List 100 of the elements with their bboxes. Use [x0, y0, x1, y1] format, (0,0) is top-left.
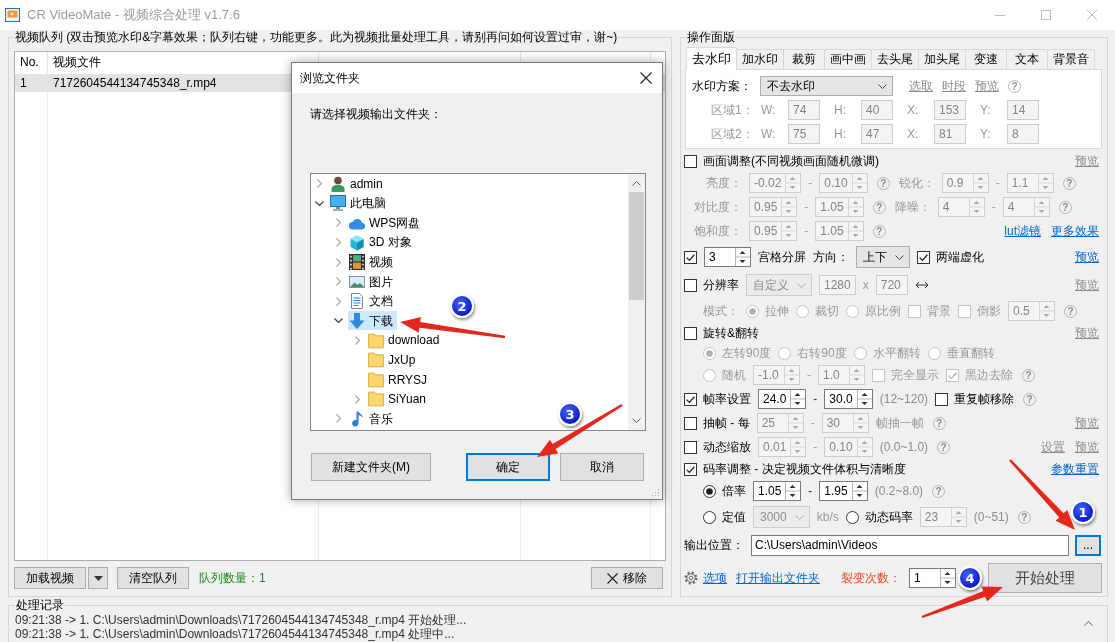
field-label: 对比度：	[693, 199, 742, 215]
remove-button[interactable]: 移除	[591, 567, 663, 589]
checkbox[interactable]	[684, 250, 697, 264]
field-label: 亮度：	[705, 175, 742, 191]
options-link[interactable]: 选项	[703, 570, 727, 586]
field-label: 饱和度：	[693, 223, 742, 239]
chevron-right-icon[interactable]	[335, 414, 341, 424]
chevron-right-icon[interactable]	[354, 336, 360, 346]
maximize-icon[interactable]	[1041, 10, 1051, 20]
link[interactable]: lut滤镜	[1004, 223, 1041, 239]
spin-box[interactable]: 24.0	[758, 389, 807, 409]
checkbox[interactable]	[935, 392, 949, 406]
checkbox-label: 分辨率	[703, 277, 739, 293]
link[interactable]: 预览	[1075, 249, 1099, 265]
tab[interactable]: 去水印	[686, 47, 737, 70]
tree-item[interactable]: download	[367, 331, 444, 351]
double-arrow-icon	[914, 281, 929, 289]
chevron-right-icon[interactable]	[354, 394, 360, 404]
scroll-up-icon[interactable]	[632, 181, 641, 186]
spin-box[interactable]: 1	[909, 568, 956, 588]
radio-button[interactable]	[703, 510, 716, 524]
checkbox-label: 动态缩放	[703, 439, 751, 455]
chevron-right-icon[interactable]	[335, 277, 341, 287]
tree-item[interactable]: 文档	[348, 291, 397, 311]
link[interactable]: 参数重置	[1051, 461, 1099, 477]
panel-title: 视频队列 (双击预览水印&字幕效果；队列右键，功能更多。此为视频批量处理工具，请别再问如何设置过审，谢~)	[14, 30, 619, 44]
scroll-down-icon[interactable]	[632, 418, 641, 423]
tree-item[interactable]: SiYuan	[367, 389, 431, 409]
checkbox[interactable]	[684, 154, 697, 168]
range-separator: -	[813, 391, 818, 407]
spin-arrows-icon[interactable]	[856, 390, 872, 408]
clear-queue-button[interactable]: 清空队列	[117, 567, 189, 589]
field-label: H:	[834, 102, 847, 118]
checkbox[interactable]	[684, 278, 697, 292]
range-separator: -	[804, 199, 809, 215]
spin-box[interactable]: 1.05	[753, 481, 802, 501]
checkbox[interactable]	[684, 462, 697, 476]
chevron-right-icon[interactable]	[316, 179, 322, 189]
chevron-down-icon	[895, 254, 904, 260]
checkbox[interactable]	[684, 416, 697, 430]
chevron-right-icon[interactable]	[335, 218, 341, 228]
spin-arrows-icon[interactable]	[785, 482, 801, 500]
tree-item[interactable]: 音乐	[348, 409, 397, 429]
range-separator: -	[807, 367, 811, 383]
settings-icon[interactable]	[684, 571, 698, 585]
chevron-down-icon[interactable]	[333, 318, 343, 324]
spin-arrows-icon[interactable]	[851, 482, 867, 500]
dropdown[interactable]: 上下	[856, 246, 910, 268]
dropdown-button[interactable]	[88, 567, 108, 589]
range-hint: (12~120)	[879, 391, 929, 407]
spin-arrows-icon[interactable]	[940, 569, 955, 587]
radio-button[interactable]	[845, 510, 859, 524]
spin-box[interactable]: 30.0	[824, 389, 873, 409]
spin-box[interactable]: 1.95	[819, 481, 868, 501]
scroll-thumb[interactable]	[629, 192, 644, 300]
tree-item[interactable]: JxUp	[367, 350, 420, 370]
chevron-down-icon[interactable]	[314, 200, 324, 206]
start-button[interactable]: 开始处理	[988, 563, 1102, 593]
load-video-button[interactable]: 加载视频	[14, 567, 86, 589]
output-path-field[interactable]: C:\Users\admin\Videos	[751, 534, 1069, 556]
radio-label: 右转90度	[797, 345, 847, 361]
column-header[interactable]: No.	[15, 52, 48, 73]
spin-box[interactable]: 3	[704, 247, 751, 267]
spin-arrows-icon[interactable]	[735, 248, 750, 266]
panel-title: 处理记录	[15, 598, 65, 612]
checkbox[interactable]	[684, 440, 697, 454]
checkbox[interactable]	[684, 326, 697, 340]
close-icon[interactable]	[640, 72, 652, 84]
scroll-up-icon[interactable]	[1084, 621, 1093, 626]
range-separator: -	[991, 199, 996, 215]
tree-item[interactable]: 图片	[348, 272, 397, 292]
tree-item[interactable]: WPS网盘	[348, 213, 425, 233]
spin-arrows-icon[interactable]	[790, 390, 806, 408]
dialog-button[interactable]: 取消	[560, 453, 644, 481]
minimize-icon[interactable]	[995, 14, 1005, 16]
checkbox-label: 重复帧移除	[954, 391, 1015, 407]
range-hint: (0.2~8.0)	[874, 483, 924, 499]
checkbox[interactable]	[917, 250, 930, 264]
dialog-button[interactable]: 确定	[466, 453, 550, 481]
tree-item[interactable]: 此电脑	[329, 193, 390, 213]
chevron-right-icon[interactable]	[335, 296, 341, 306]
resize-grip-icon[interactable]	[652, 489, 659, 496]
dropdown[interactable]: 不去水印	[760, 76, 893, 96]
scrollbar[interactable]	[628, 174, 645, 430]
tree-item[interactable]: 下载	[348, 311, 397, 331]
chevron-right-icon[interactable]	[335, 238, 341, 248]
browse-button[interactable]: ...	[1075, 534, 1101, 556]
tab[interactable]: 背景音	[1047, 49, 1095, 69]
dialog-button[interactable]: 新建文件夹(M)	[311, 453, 431, 481]
tree-item[interactable]: 视频	[348, 252, 397, 272]
tree-item[interactable]: RRYSJ	[367, 370, 432, 390]
link[interactable]: 更多效果	[1051, 223, 1099, 239]
radio-button[interactable]	[703, 484, 716, 498]
chevron-right-icon[interactable]	[335, 257, 341, 267]
field-label: 帧抽一帧	[875, 415, 924, 431]
tree-item[interactable]: 3D 对象	[348, 233, 416, 253]
tree-item[interactable]: admin	[329, 174, 387, 194]
open-folder-link[interactable]: 打开输出文件夹	[736, 570, 820, 586]
step-badge: 1	[1071, 500, 1095, 524]
checkbox[interactable]	[684, 392, 697, 406]
